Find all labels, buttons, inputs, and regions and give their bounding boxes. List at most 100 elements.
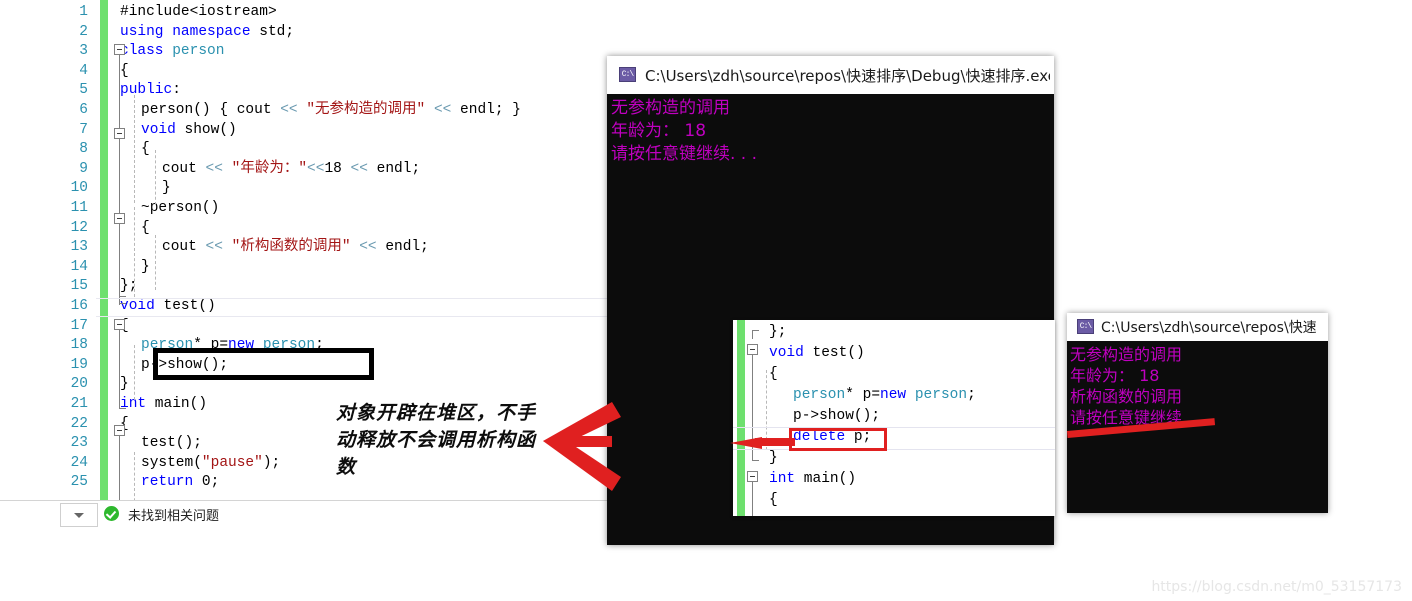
code-token: { — [769, 366, 778, 382]
console2-output-area: 无参构造的调用 年龄为： 18 析构函数的调用 请按任意键继续. . . — [1067, 341, 1328, 513]
code-line[interactable]: cout << "年龄为："<<18 << endl; — [162, 160, 420, 180]
line-number: 24 — [70, 454, 88, 471]
fold-guide-test — [119, 330, 120, 405]
console-app-icon: C:\ — [619, 67, 636, 82]
screenshot-root: 1 2 3 4 5 6 7 8 9 10 11 12 13 14 15 16 17 18 19 20 21 22 23 24 2… — [0, 0, 1412, 601]
code-token: test() — [154, 298, 216, 314]
code-token: << — [205, 239, 223, 256]
code-token: "pause" — [201, 454, 263, 471]
indent-guide-5 — [134, 345, 135, 400]
code-token: } — [769, 450, 778, 466]
code-token: person — [793, 387, 846, 403]
line-number: 11 — [70, 200, 88, 216]
code-token: person — [914, 387, 968, 403]
line-number: 19 — [70, 356, 88, 373]
code-token: "无参构造的调用" — [306, 102, 426, 118]
console-window-after-delete[interactable]: C:\ C:\Users\zdh\source\repos\快速 无参构造的调用… — [1067, 313, 1328, 513]
snippet-code-line[interactable]: void test() — [769, 343, 865, 364]
indent-guide-2 — [134, 207, 135, 297]
snippet-code-line[interactable]: p->show(); — [793, 406, 880, 427]
code-token: person — [172, 43, 225, 60]
line-number: 20 — [70, 376, 88, 393]
code-token: void — [769, 345, 804, 361]
snippet-fold-toggle-main[interactable] — [747, 471, 758, 482]
site-watermark: https://blog.csdn.net/m0_53157173 — [1151, 579, 1402, 595]
code-line[interactable]: void test() — [120, 297, 216, 317]
fold-toggle-test[interactable] — [114, 319, 125, 330]
code-token: using — [120, 23, 164, 40]
fold-toggle-dtor[interactable] — [114, 213, 125, 224]
code-token: test(); — [141, 435, 202, 452]
code-token: endl; — [376, 239, 429, 256]
code-token: person() { cout — [141, 102, 281, 118]
code-line[interactable]: { — [120, 62, 129, 82]
line-number: 14 — [70, 258, 88, 275]
console2-title-bar[interactable]: C:\ C:\Users\zdh\source\repos\快速 — [1067, 313, 1328, 342]
snippet-code-area[interactable]: }; void test(){person* p=new person; p->sh… — [749, 320, 1055, 516]
fold-guide-class — [119, 55, 120, 300]
code-line[interactable]: public: — [120, 81, 181, 101]
code-token: p->show(); — [793, 408, 881, 424]
snippet-fold-toggle-test[interactable] — [747, 344, 758, 355]
editor-status-bar: 未找到相关问题 — [0, 500, 610, 527]
code-line[interactable]: system("pause"); — [141, 454, 280, 474]
code-token: ~person() — [141, 200, 220, 216]
console-output-line: 请按任意键继续. . . — [611, 144, 758, 164]
code-token: class — [120, 43, 164, 60]
line-number: 5 — [79, 82, 88, 99]
code-line[interactable]: #include<iostream> — [120, 3, 277, 23]
line-number-gutter: 1 2 3 4 5 6 7 8 9 10 11 12 13 14 15 16 17 18 19 20 21 22 23 24 2… — [0, 0, 96, 527]
line-number: 10 — [70, 180, 88, 197]
code-editor-snippet[interactable]: }; void test(){person* p=new person; p->sh… — [733, 320, 1055, 516]
status-message: 未找到相关问题 — [128, 509, 220, 524]
code-line[interactable]: void show() — [141, 121, 237, 141]
code-token: void — [141, 121, 176, 138]
code-line[interactable]: return 0; — [141, 473, 219, 493]
code-token: test() — [803, 345, 865, 361]
snippet-code-line[interactable]: } — [769, 448, 778, 469]
fold-toggle-main[interactable] — [114, 425, 125, 436]
code-line[interactable]: } — [120, 375, 129, 395]
chevron-down-icon — [74, 513, 84, 518]
code-line[interactable]: } — [141, 258, 150, 278]
code-line[interactable]: test(); — [141, 434, 202, 454]
console-title-bar[interactable]: C:\ C:\Users\zdh\source\repos\快速排序\Debug… — [607, 56, 1054, 95]
code-line[interactable]: ~person() — [141, 199, 219, 219]
code-token: << — [205, 160, 223, 177]
indent-guide-3 — [155, 150, 156, 205]
code-token: endl; — [367, 160, 421, 177]
snippet-code-line[interactable]: { — [769, 364, 778, 385]
snippet-code-line[interactable]: { — [769, 490, 778, 511]
code-line[interactable]: class person — [120, 42, 224, 62]
snippet-code-line[interactable]: int main() — [769, 469, 856, 490]
code-token: } — [162, 180, 171, 197]
line-number: 6 — [79, 102, 88, 118]
fold-toggle-class[interactable] — [114, 44, 125, 55]
line-number: 15 — [70, 278, 88, 295]
code-token: << — [307, 160, 325, 177]
code-token: public — [120, 82, 173, 99]
indent-guide-1 — [134, 95, 135, 203]
code-line[interactable]: } — [162, 179, 171, 199]
console-output-line: 年龄为： 18 — [611, 121, 707, 141]
code-token: new — [880, 387, 907, 403]
console2-title-text: C:\Users\zdh\source\repos\快速 — [1101, 320, 1317, 336]
code-line[interactable]: cout << "析构函数的调用" << endl; — [162, 238, 429, 258]
code-line[interactable]: { — [141, 140, 150, 160]
code-line[interactable]: person() { cout << "无参构造的调用" << endl; } — [141, 101, 521, 121]
code-line[interactable]: { — [141, 219, 150, 239]
snippet-fold-guide-main — [752, 482, 753, 516]
snippet-code-line[interactable]: }; — [769, 322, 786, 343]
code-line[interactable]: using namespace std; — [120, 23, 294, 43]
indent-guide-4 — [155, 235, 156, 290]
fold-guide-end-test — [119, 400, 126, 409]
line-number: 12 — [70, 219, 88, 236]
fold-toggle-show[interactable] — [114, 128, 125, 139]
scroll-down-button[interactable] — [60, 503, 98, 527]
code-token: "年龄为：" — [231, 160, 308, 177]
snippet-code-line[interactable]: person* p=new person; — [793, 385, 976, 406]
